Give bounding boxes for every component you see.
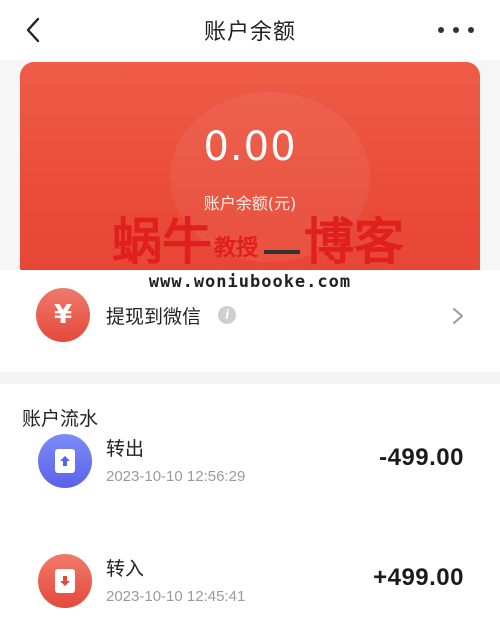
page-title: 账户余额: [203, 20, 296, 45]
flow-item-name: 转出: [106, 438, 145, 460]
watermark-logo: 蜗牛 教授 博客: [112, 210, 404, 270]
watermark-text-2: 教授: [214, 236, 259, 261]
section-title: 账户流水: [22, 408, 99, 430]
flow-item[interactable]: 转入 2023-10-10 12:45:41 +499.00: [0, 554, 500, 630]
account-flow-section: 账户流水 转出 2023-10-10 12:56:29 -499.00 转入 2…: [0, 384, 500, 630]
info-icon[interactable]: i: [218, 306, 236, 324]
watermark-text-1: 蜗牛: [112, 213, 212, 271]
watermark-text-3: 博客: [304, 213, 405, 271]
transfer-in-icon: [38, 554, 92, 608]
more-dot-icon: [468, 27, 474, 33]
balance-amount: 0.00: [203, 124, 297, 170]
top-nav-bar: 账户余额: [0, 0, 500, 60]
flow-item-amount: +499.00: [373, 564, 464, 591]
more-dot-icon: [453, 27, 459, 33]
watermark-bar: [264, 250, 301, 254]
yen-icon: ¥: [36, 288, 90, 342]
withdraw-label: 提现到微信: [106, 306, 202, 328]
flow-item-time: 2023-10-10 12:56:29: [106, 468, 246, 485]
flow-item-time: 2023-10-10 12:45:41: [106, 588, 246, 605]
more-options-button[interactable]: [438, 18, 474, 42]
back-button[interactable]: [18, 14, 48, 46]
withdraw-to-wechat-button[interactable]: ¥ 提现到微信 i: [0, 288, 500, 352]
arrow-up-icon: [60, 456, 70, 466]
more-dot-icon: [438, 27, 444, 33]
back-arrow-icon: [26, 17, 40, 43]
flow-item[interactable]: 转出 2023-10-10 12:56:29 -499.00: [0, 434, 500, 514]
account-balance-page: 账户余额 0.00 账户余额(元) ¥ 提现到微信 i 蜗牛 教授 博客 www…: [0, 0, 500, 630]
flow-item-amount: -499.00: [379, 444, 464, 471]
watermark-url: www.woniubooke.com: [148, 272, 352, 292]
flow-item-name: 转入: [106, 558, 145, 580]
chevron-right-icon: [453, 308, 463, 324]
transfer-out-icon: [38, 434, 92, 488]
arrow-down-icon: [60, 576, 70, 586]
